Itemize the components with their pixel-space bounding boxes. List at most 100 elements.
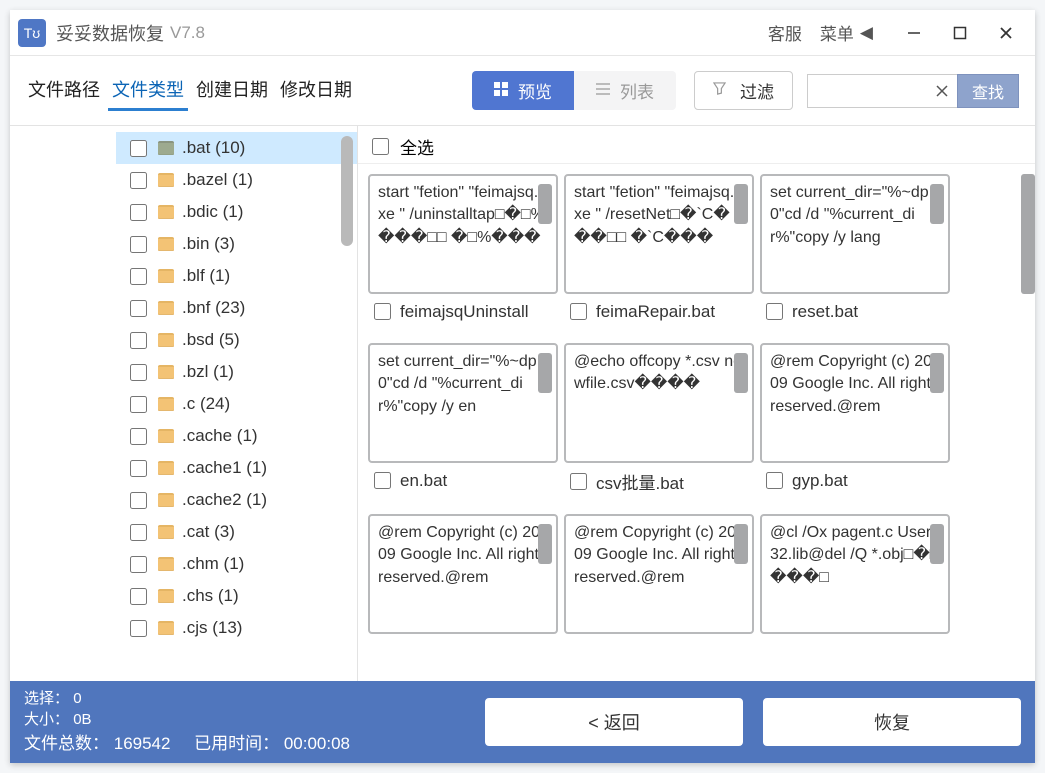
grid-icon (494, 81, 508, 101)
sidebar-item-label: .bazel (1) (182, 170, 253, 190)
file-preview[interactable]: set current_dir="%~dp0"cd /d "%current_d… (760, 174, 950, 294)
sidebar-item-label: .bat (10) (182, 138, 245, 158)
tabs: 文件路径 文件类型 创建日期 修改日期 (24, 70, 356, 111)
tab-type[interactable]: 文件类型 (108, 70, 188, 111)
app-version: V7.8 (170, 23, 205, 43)
titlebar: Tʊ 妥妥数据恢复 V7.8 客服 菜单 ◀ (10, 10, 1035, 56)
folder-icon (158, 205, 174, 219)
sidebar-item[interactable]: .cache (1) (116, 420, 357, 452)
tab-modify-date[interactable]: 修改日期 (276, 70, 356, 111)
sidebar-item-checkbox[interactable] (130, 428, 147, 445)
sidebar-item[interactable]: .blf (1) (116, 260, 357, 292)
view-list-button[interactable]: 列表 (574, 71, 676, 110)
sidebar-item-checkbox[interactable] (130, 172, 147, 189)
minimize-button[interactable] (891, 13, 937, 53)
preview-scrollbar[interactable] (930, 184, 944, 224)
sidebar-item-checkbox[interactable] (130, 460, 147, 477)
back-button[interactable]: < 返回 (485, 698, 743, 746)
file-preview[interactable]: @rem Copyright (c) 2009 Google Inc. All … (368, 514, 558, 634)
maximize-button[interactable] (937, 13, 983, 53)
search-input[interactable] (807, 74, 927, 108)
folder-icon (158, 173, 174, 187)
file-preview[interactable]: @cl /Ox pagent.c User32.lib@del /Q *.obj… (760, 514, 950, 634)
recover-button[interactable]: 恢复 (763, 698, 1021, 746)
sidebar-item-checkbox[interactable] (130, 396, 147, 413)
folder-icon (158, 333, 174, 347)
menu-link[interactable]: 菜单 ◀ (820, 20, 873, 45)
sidebar-item-checkbox[interactable] (130, 556, 147, 573)
sidebar-item-checkbox[interactable] (130, 268, 147, 285)
file-preview[interactable]: set current_dir="%~dp0"cd /d "%current_d… (368, 343, 558, 463)
file-label-row: reset.bat (760, 294, 950, 339)
tab-path[interactable]: 文件路径 (24, 70, 104, 111)
sidebar-item[interactable]: .cache2 (1) (116, 484, 357, 516)
sidebar-item[interactable]: .bnf (23) (116, 292, 357, 324)
close-button[interactable] (983, 13, 1029, 53)
file-cell: start "fetion" "feimajsq.exe " /resetNet… (564, 174, 754, 339)
file-checkbox[interactable] (766, 303, 783, 320)
sidebar-item[interactable]: .bsd (5) (116, 324, 357, 356)
file-checkbox[interactable] (766, 472, 783, 489)
sidebar-item-checkbox[interactable] (130, 588, 147, 605)
sidebar-item-label: .cat (3) (182, 522, 235, 542)
file-checkbox[interactable] (374, 303, 391, 320)
preview-scrollbar[interactable] (734, 353, 748, 393)
sidebar-item-checkbox[interactable] (130, 524, 147, 541)
select-all-label: 全选 (400, 134, 434, 159)
sidebar-item[interactable]: .cache1 (1) (116, 452, 357, 484)
sidebar-item-checkbox[interactable] (130, 204, 147, 221)
file-preview[interactable]: start "fetion" "feimajsq.exe " /uninstal… (368, 174, 558, 294)
sidebar-item[interactable]: .bzl (1) (116, 356, 357, 388)
sidebar-scrollbar[interactable] (341, 136, 353, 246)
sidebar-item-checkbox[interactable] (130, 300, 147, 317)
sidebar-item[interactable]: .bazel (1) (116, 164, 357, 196)
sidebar-item[interactable]: .bdic (1) (116, 196, 357, 228)
file-checkbox[interactable] (570, 303, 587, 320)
app-icon: Tʊ (18, 19, 46, 47)
preview-scrollbar[interactable] (734, 524, 748, 564)
sidebar-item-checkbox[interactable] (130, 364, 147, 381)
sidebar-item-label: .cache2 (1) (182, 490, 267, 510)
sidebar-item-checkbox[interactable] (130, 620, 147, 637)
sidebar-item-label: .bin (3) (182, 234, 235, 254)
file-checkbox[interactable] (570, 473, 587, 490)
folder-icon (158, 525, 174, 539)
search-button[interactable]: 查找 (957, 74, 1019, 108)
folder-icon (158, 301, 174, 315)
search-clear-button[interactable] (927, 74, 957, 108)
preview-scrollbar[interactable] (538, 524, 552, 564)
list-icon (596, 81, 610, 101)
sidebar-item-checkbox[interactable] (130, 332, 147, 349)
preview-scrollbar[interactable] (538, 353, 552, 393)
sidebar-item[interactable]: .cat (3) (116, 516, 357, 548)
file-preview[interactable]: start "fetion" "feimajsq.exe " /resetNet… (564, 174, 754, 294)
sidebar-item-checkbox[interactable] (130, 140, 147, 157)
kefu-link[interactable]: 客服 (768, 20, 802, 45)
content-scrollbar[interactable] (1021, 174, 1035, 294)
file-cell: @cl /Ox pagent.c User32.lib@del /Q *.obj… (760, 514, 950, 634)
tab-create-date[interactable]: 创建日期 (192, 70, 272, 111)
preview-scrollbar[interactable] (734, 184, 748, 224)
funnel-icon (713, 82, 726, 99)
file-cell: @echo offcopy *.csv newfile.csv����csv批量… (564, 343, 754, 510)
file-checkbox[interactable] (374, 472, 391, 489)
view-preview-button[interactable]: 预览 (472, 71, 574, 110)
sidebar-item[interactable]: .cjs (13) (116, 612, 357, 644)
preview-scrollbar[interactable] (930, 353, 944, 393)
file-preview[interactable]: @rem Copyright (c) 2009 Google Inc. All … (564, 514, 754, 634)
sidebar-item[interactable]: .chm (1) (116, 548, 357, 580)
preview-scrollbar[interactable] (538, 184, 552, 224)
sidebar-item[interactable]: .bin (3) (116, 228, 357, 260)
sidebar-item-checkbox[interactable] (130, 236, 147, 253)
sidebar-item[interactable]: .bat (10) (116, 132, 357, 164)
file-preview[interactable]: @rem Copyright (c) 2009 Google Inc. All … (760, 343, 950, 463)
filter-button[interactable]: 过滤 (694, 71, 793, 110)
file-cell: @rem Copyright (c) 2009 Google Inc. All … (760, 343, 950, 510)
file-cell: start "fetion" "feimajsq.exe " /uninstal… (368, 174, 558, 339)
file-preview[interactable]: @echo offcopy *.csv newfile.csv���� (564, 343, 754, 463)
sidebar-item[interactable]: .c (24) (116, 388, 357, 420)
sidebar-item-checkbox[interactable] (130, 492, 147, 509)
sidebar-item[interactable]: .chs (1) (116, 580, 357, 612)
preview-scrollbar[interactable] (930, 524, 944, 564)
select-all-checkbox[interactable] (372, 138, 389, 155)
